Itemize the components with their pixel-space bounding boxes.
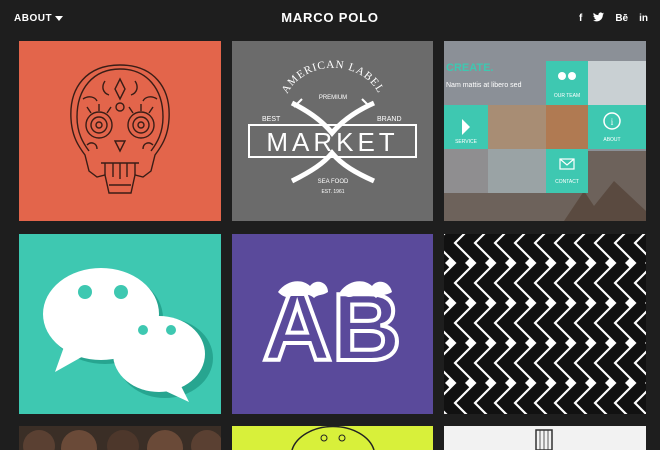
top-bar: ABOUT MARCO POLO f Bē in (0, 0, 660, 38)
website-about-label: ABOUT (603, 137, 620, 143)
facebook-icon[interactable]: f (579, 13, 582, 25)
portfolio-tile-website[interactable]: CREATE. Nam mattis at libero sed OUR TEA… (444, 41, 646, 221)
website-contact-tile (546, 149, 588, 193)
site-title: MARCO POLO (281, 10, 379, 25)
website-headline: CREATE. (446, 62, 493, 74)
social-links: f Bē in (579, 12, 648, 26)
market-premium: PREMIUM (319, 95, 347, 101)
portfolio-tile-lime[interactable] (232, 426, 433, 450)
twitter-icon[interactable] (593, 12, 605, 26)
portfolio-tile-chat[interactable] (19, 234, 221, 414)
zigzag-pattern (444, 234, 646, 414)
portfolio-tile-market[interactable]: AMERICAN LABEL PREMIUM BEST BRAND MARKET… (232, 41, 433, 221)
market-best: BEST (262, 116, 281, 123)
portfolio-tile-zigzag[interactable] (444, 234, 646, 414)
market-brand: BRAND (377, 116, 402, 123)
market-est: EST. 1961 (321, 189, 344, 195)
market-badge: AMERICAN LABEL PREMIUM BEST BRAND MARKET… (248, 59, 417, 195)
behance-icon[interactable]: Bē (615, 13, 628, 25)
ab-lettering: AB (261, 272, 404, 383)
portfolio-tile-wood[interactable] (19, 426, 221, 450)
website-service-label: SERVICE (455, 139, 478, 145)
chat-bubbles-icon (43, 268, 213, 402)
portfolio-tile-sketch[interactable] (444, 426, 646, 450)
sketch-image (535, 429, 553, 450)
website-tagline: Nam mattis at libero sed (446, 82, 522, 89)
sugar-skull-illustration (70, 64, 170, 194)
website-contact-label: CONTACT (555, 179, 579, 185)
portfolio-tile-skull[interactable] (19, 41, 221, 221)
website-mockup: CREATE. Nam mattis at libero sed OUR TEA… (444, 41, 646, 221)
market-arc-text: AMERICAN LABEL (279, 59, 386, 96)
market-sea-food: SEA FOOD (318, 179, 349, 185)
website-team-label: OUR TEAM (554, 93, 580, 99)
portfolio-tile-letters[interactable]: AB (232, 234, 433, 414)
wood-logs-image (23, 430, 221, 450)
lime-badge (291, 426, 375, 450)
linkedin-icon[interactable]: in (639, 13, 648, 25)
